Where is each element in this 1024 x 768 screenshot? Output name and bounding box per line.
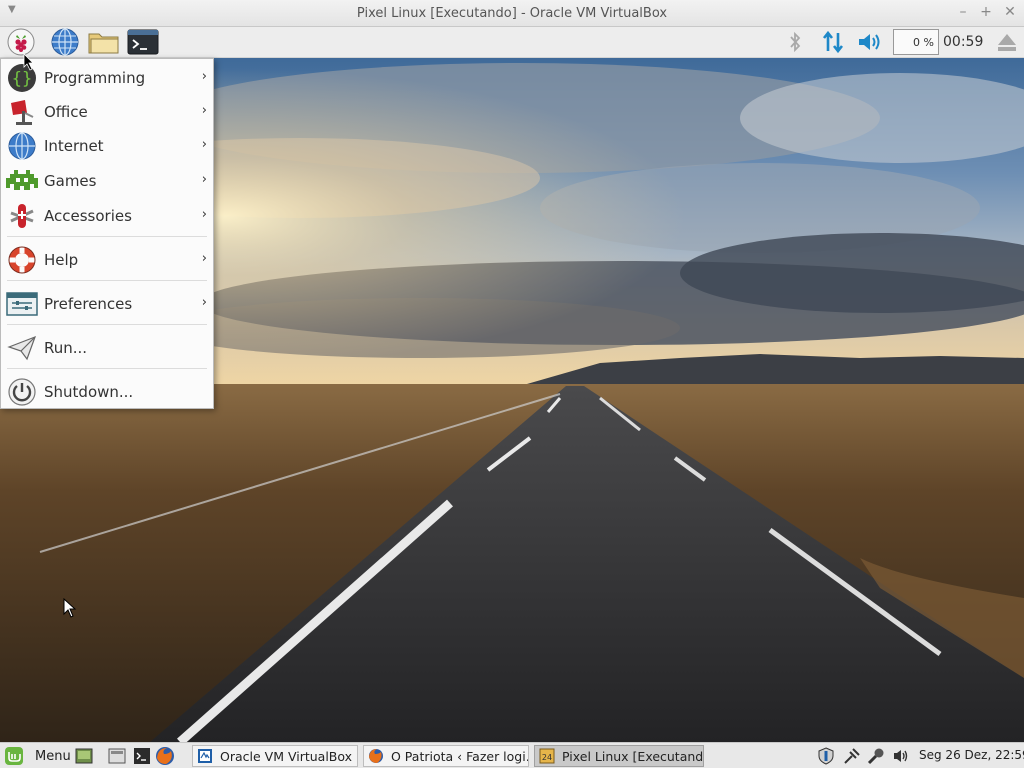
host-clock[interactable]: Seg 26 Dez, 22:59 (919, 748, 1024, 762)
menu-item-office[interactable]: Office › (1, 95, 213, 129)
firefox-icon[interactable] (155, 746, 175, 766)
svg-text:24: 24 (542, 753, 552, 762)
eject-icon[interactable] (994, 29, 1020, 55)
host-file-manager-icon[interactable] (107, 746, 127, 766)
guest-top-panel: 0 % 00:59 (0, 27, 1024, 58)
chevron-right-icon: › (201, 251, 207, 266)
menu-item-shutdown[interactable]: Shutdown... (1, 375, 213, 409)
bluetooth-icon[interactable] (786, 29, 804, 55)
taskbar-window-virtualbox[interactable]: Oracle VM VirtualBox ... (192, 745, 358, 767)
host-terminal-icon[interactable] (132, 746, 152, 766)
taskbar-window-pixel-linux[interactable]: 24 Pixel Linux [Executand... (534, 745, 704, 767)
pointer-cursor-icon (23, 53, 34, 71)
file-manager-icon[interactable] (87, 28, 121, 56)
menu-item-label: Accessories (44, 207, 132, 225)
menu-item-preferences[interactable]: Preferences › (1, 287, 213, 321)
taskbar-window-label: O Patriota ‹ Fazer logi... (391, 748, 529, 764)
cpu-usage-monitor[interactable]: 0 % (893, 29, 939, 55)
menu-item-games[interactable]: Games › (1, 164, 213, 198)
volume-icon[interactable] (856, 29, 884, 55)
start-menu: {} Programming › Office › Internet › Gam… (0, 58, 214, 409)
chevron-right-icon: › (201, 103, 207, 118)
terminal-icon[interactable] (126, 28, 160, 56)
accessories-icon (6, 200, 38, 232)
chevron-right-icon: › (201, 137, 207, 152)
pixel-linux-vm-icon: 24 (539, 748, 555, 764)
host-titlebar: ▼ Pixel Linux [Executando] - Oracle VM V… (0, 0, 1024, 27)
virtualbox-icon (198, 749, 212, 763)
menu-item-label: Games (44, 172, 97, 190)
menu-item-label: Office (44, 103, 88, 121)
host-menu-label: Menu (35, 748, 71, 764)
internet-icon (6, 130, 38, 162)
taskbar-window-label: Pixel Linux [Executand... (562, 748, 704, 764)
preferences-icon (6, 288, 38, 320)
maximize-button[interactable]: + (978, 4, 994, 20)
menu-item-run[interactable]: Run... (1, 331, 213, 365)
taskbar-window-label: Oracle VM VirtualBox ... (220, 748, 358, 764)
chevron-right-icon: › (201, 69, 207, 84)
menu-item-accessories[interactable]: Accessories › (1, 199, 213, 233)
menu-separator (7, 280, 207, 281)
menu-item-label: Programming (44, 69, 146, 87)
network-icon[interactable] (820, 29, 846, 55)
menu-item-label: Internet (44, 137, 104, 155)
mouse-cursor-icon (63, 598, 77, 618)
menu-item-help[interactable]: Help › (1, 243, 213, 277)
menu-item-label: Run... (44, 339, 88, 357)
raspberry-menu-icon[interactable] (4, 28, 38, 56)
guest-clock[interactable]: 00:59 (943, 34, 983, 50)
host-menu-button[interactable]: Menu (4, 745, 71, 767)
office-icon (6, 96, 38, 128)
menu-item-internet[interactable]: Internet › (1, 129, 213, 163)
close-button[interactable]: ✕ (1002, 4, 1018, 20)
chevron-right-icon: › (201, 172, 207, 187)
menu-item-label: Preferences (44, 295, 133, 313)
minimize-button[interactable]: – (955, 4, 971, 20)
menu-separator (7, 324, 207, 325)
network-plug-icon[interactable] (842, 746, 862, 766)
show-desktop-icon[interactable] (74, 746, 94, 766)
shutdown-icon (6, 376, 38, 408)
host-taskbar: Menu Oracle VM VirtualBox ... O Patriota… (0, 742, 1024, 768)
games-icon (6, 165, 38, 197)
web-browser-icon[interactable] (48, 28, 82, 56)
taskbar-window-patriota[interactable]: O Patriota ‹ Fazer logi... (363, 745, 529, 767)
microphone-icon[interactable] (866, 746, 886, 766)
speaker-icon[interactable] (891, 746, 911, 766)
chevron-right-icon: › (201, 295, 207, 310)
firefox-window-icon (369, 749, 383, 763)
mint-logo-icon (5, 747, 23, 765)
help-icon (6, 244, 38, 276)
menu-item-label: Help (44, 251, 79, 269)
window-title: Pixel Linux [Executando] - Oracle VM Vir… (356, 6, 668, 21)
shield-icon[interactable] (816, 746, 836, 766)
menu-separator (7, 236, 207, 237)
menu-item-label: Shutdown... (44, 383, 134, 401)
svg-text:{}: {} (12, 69, 32, 89)
run-icon (6, 332, 38, 364)
menu-separator (7, 368, 207, 369)
chevron-right-icon: › (201, 207, 207, 222)
